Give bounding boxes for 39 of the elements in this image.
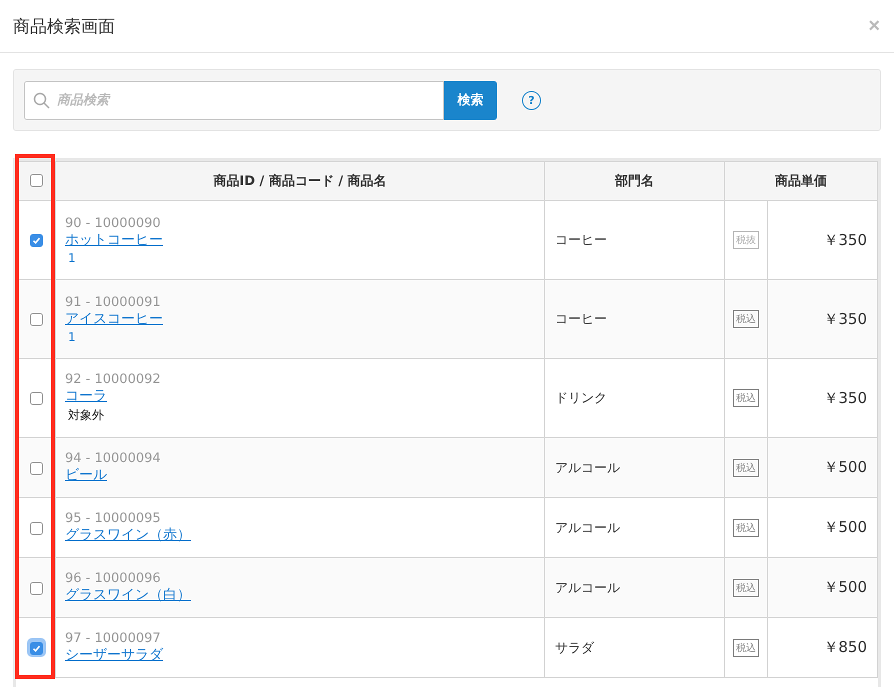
product-note: 1: [67, 330, 77, 344]
table-cell: ￥350: [768, 280, 878, 358]
tax-tag: 税込: [733, 578, 759, 596]
product-link[interactable]: アイスコーヒー: [65, 310, 163, 326]
product-code: 96 - 10000096: [65, 571, 162, 586]
table-cell: アルコール: [544, 438, 724, 498]
product-link[interactable]: グラスワイン（赤）: [65, 527, 191, 543]
table-cell: ￥500: [768, 558, 878, 618]
column-header: 商品ID / 商品コード / 商品名: [56, 162, 544, 200]
search-button[interactable]: 検索: [444, 80, 497, 120]
table-cell: サラダ: [544, 618, 724, 678]
search-field[interactable]: 商品検索: [24, 80, 444, 120]
product-note: 1: [67, 250, 77, 264]
dialog-title: 商品検索画面: [13, 16, 115, 38]
tax-tag: 税込: [733, 389, 759, 407]
product-link[interactable]: グラスワイン（白）: [65, 587, 191, 603]
product-code: 97 - 10000097: [65, 631, 162, 646]
product-link[interactable]: ビール: [65, 467, 107, 483]
table-cell: アルコール: [544, 558, 724, 618]
product-link[interactable]: ホットコーヒー: [65, 232, 163, 248]
product-code: 90 - 10000090: [65, 216, 162, 230]
product-link[interactable]: シーザーサラダ: [65, 647, 163, 663]
product-note: 対象外: [67, 407, 105, 424]
product-link[interactable]: コーラ: [65, 388, 107, 404]
tax-tag: 税込: [733, 458, 759, 476]
tax-tag: 税込: [733, 518, 759, 536]
tax-tag: 税込: [733, 638, 759, 656]
table-cell: コーヒー: [544, 280, 724, 358]
product-code: 92 - 10000092: [65, 372, 162, 387]
table-cell: ￥500: [768, 438, 878, 498]
product-code: 94 - 10000094: [65, 451, 162, 466]
product-code: 91 - 10000091: [65, 294, 162, 310]
help-icon[interactable]: ?: [522, 90, 541, 110]
column-header: 商品単価: [724, 162, 878, 200]
tax-tag: 税抜: [733, 231, 759, 249]
table-cell: ￥850: [768, 618, 878, 678]
tax-tag: 税込: [733, 310, 759, 328]
column-header: 部門名: [544, 162, 724, 200]
product-code: 95 - 10000095: [65, 511, 162, 526]
